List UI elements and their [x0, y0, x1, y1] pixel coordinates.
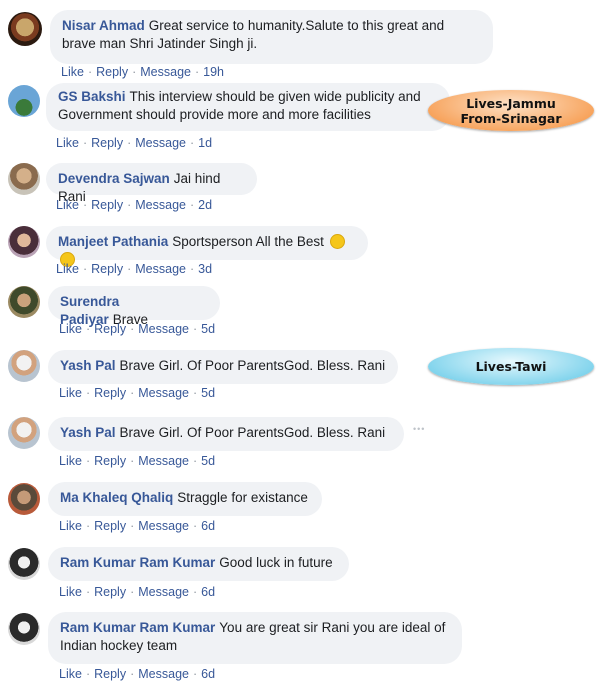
reply-link[interactable]: Reply	[91, 262, 123, 276]
comment-actions: Like · Reply · Message · 6d	[59, 667, 216, 681]
comment-actions: Like · Reply · Message · 6d	[59, 519, 216, 533]
like-link[interactable]: Like	[59, 386, 82, 400]
like-link[interactable]: Like	[56, 262, 79, 276]
comment-actions: Like · Reply · Message · 5d	[59, 386, 216, 400]
callout-line: From-Srinagar	[460, 110, 562, 126]
avatar[interactable]	[8, 548, 40, 580]
timestamp[interactable]: 3d	[198, 262, 212, 276]
comment-text: Good luck in future	[219, 555, 333, 570]
like-link[interactable]: Like	[59, 454, 82, 468]
comment-text: This interview should be given wide publ…	[129, 89, 421, 104]
message-link[interactable]: Message	[135, 198, 186, 212]
comment-text: Sportsperson All the Best	[172, 234, 324, 249]
comment-actions: Like · Reply · Message · 5d	[59, 454, 216, 468]
comment-bubble: Yash Pal Brave Girl. Of Poor ParentsGod. …	[48, 350, 398, 384]
comment-actions: Like · Reply · Message · 1d	[56, 136, 213, 150]
reply-link[interactable]: Reply	[94, 386, 126, 400]
comment-bubble: Ma Khaleq Qhaliq Straggle for existance	[48, 482, 322, 516]
avatar[interactable]	[8, 350, 40, 382]
reply-link[interactable]: Reply	[96, 65, 128, 79]
comment-author[interactable]: Nisar Ahmad	[62, 18, 145, 33]
comment-author[interactable]: Manjeet Pathania	[58, 234, 168, 249]
like-link[interactable]: Like	[56, 198, 79, 212]
comment-text: You are great sir Rani you are ideal of	[219, 620, 446, 635]
like-link[interactable]: Like	[59, 519, 82, 533]
comment-bubble: GS Bakshi This interview should be given …	[46, 83, 450, 131]
reply-link[interactable]: Reply	[94, 519, 126, 533]
timestamp[interactable]: 6d	[201, 585, 215, 599]
comment-author[interactable]: Ma Khaleq Qhaliq	[60, 490, 173, 505]
message-link[interactable]: Message	[138, 585, 189, 599]
callout-line: Lives-Jammu	[466, 95, 556, 111]
more-options-icon[interactable]: •••	[413, 424, 425, 434]
timestamp[interactable]: 1d	[198, 136, 212, 150]
comment-text: Straggle for existance	[177, 490, 308, 505]
callout-line: Lives-Tawi	[475, 359, 547, 374]
comment-author[interactable]: GS Bakshi	[58, 89, 126, 104]
comment-actions: Like · Reply · Message · 6d	[59, 585, 216, 599]
timestamp[interactable]: 5d	[201, 454, 215, 468]
comment-bubble: Yash Pal Brave Girl. Of Poor ParentsGod. …	[48, 417, 404, 451]
message-link[interactable]: Message	[138, 454, 189, 468]
reply-link[interactable]: Reply	[94, 585, 126, 599]
comment-author[interactable]: Ram Kumar Ram Kumar	[60, 620, 215, 635]
timestamp[interactable]: 6d	[201, 519, 215, 533]
location-callout-orange: Lives-Jammu From-Srinagar	[428, 90, 594, 131]
comment-text: Great service to humanity.Salute to this…	[148, 18, 445, 33]
comment-bubble: Surendra Padiyar Brave	[48, 286, 220, 327]
comment-actions: Like · Reply · Message · 19h	[61, 65, 225, 79]
message-link[interactable]: Message	[138, 386, 189, 400]
timestamp[interactable]: 5d	[201, 322, 215, 336]
reply-link[interactable]: Reply	[94, 454, 126, 468]
comment-author[interactable]: Devendra Sajwan	[58, 171, 170, 186]
comment-actions: Like · Reply · Message · 5d	[59, 322, 216, 336]
timestamp[interactable]: 6d	[201, 667, 215, 681]
smiley-emoji-icon	[329, 234, 345, 249]
message-link[interactable]: Message	[135, 262, 186, 276]
like-link[interactable]: Like	[59, 585, 82, 599]
comment-text: Brave Girl. Of Poor ParentsGod. Bless. R…	[119, 358, 386, 373]
avatar[interactable]	[8, 163, 40, 195]
comment-text: Indian hockey team	[60, 638, 178, 653]
location-callout-blue: Lives-Tawi	[428, 348, 594, 385]
comment-author[interactable]: Yash Pal	[60, 425, 116, 440]
comment-text: Brave Girl. Of Poor ParentsGod. Bless. R…	[119, 425, 386, 440]
comment-text: brave man Shri Jatinder Singh ji.	[62, 36, 258, 51]
message-link[interactable]: Message	[140, 65, 191, 79]
avatar[interactable]	[8, 613, 40, 645]
avatar[interactable]	[8, 226, 40, 258]
reply-link[interactable]: Reply	[91, 136, 123, 150]
timestamp[interactable]: 2d	[198, 198, 212, 212]
comment-bubble: Ram Kumar Ram Kumar Good luck in future	[48, 547, 349, 581]
comment-author[interactable]: Yash Pal	[60, 358, 116, 373]
message-link[interactable]: Message	[138, 322, 189, 336]
like-link[interactable]: Like	[59, 667, 82, 681]
comment-bubble: Ram Kumar Ram Kumar You are great sir Ran…	[48, 612, 462, 664]
comment-author[interactable]: Ram Kumar Ram Kumar	[60, 555, 215, 570]
comment-text: Government should provide more and more …	[58, 107, 371, 122]
avatar[interactable]	[8, 12, 42, 46]
avatar[interactable]	[8, 85, 40, 117]
reply-link[interactable]: Reply	[94, 667, 126, 681]
comment-bubble: Manjeet Pathania Sportsperson All the Bes…	[46, 226, 368, 267]
avatar[interactable]	[8, 483, 40, 515]
message-link[interactable]: Message	[135, 136, 186, 150]
message-link[interactable]: Message	[138, 667, 189, 681]
comment-bubble: Nisar Ahmad Great service to humanity.Sal…	[50, 10, 493, 64]
like-link[interactable]: Like	[56, 136, 79, 150]
reply-link[interactable]: Reply	[91, 198, 123, 212]
comment-bubble: Devendra Sajwan Jai hind Rani	[46, 163, 257, 204]
avatar[interactable]	[8, 286, 40, 318]
avatar[interactable]	[8, 417, 40, 449]
message-link[interactable]: Message	[138, 519, 189, 533]
like-link[interactable]: Like	[61, 65, 84, 79]
timestamp[interactable]: 19h	[203, 65, 224, 79]
timestamp[interactable]: 5d	[201, 386, 215, 400]
like-link[interactable]: Like	[59, 322, 82, 336]
comment-actions: Like · Reply · Message · 3d	[56, 262, 213, 276]
comment-actions: Like · Reply · Message · 2d	[56, 198, 213, 212]
reply-link[interactable]: Reply	[94, 322, 126, 336]
